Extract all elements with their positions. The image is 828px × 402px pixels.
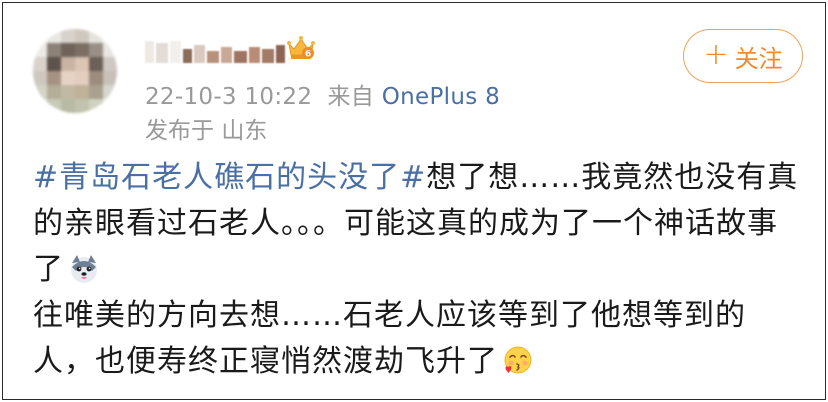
vip-crown-icon: 6 (287, 36, 315, 60)
content-text-2: 往唯美的方向去想……石老人应该等到了他想等到的人，也便寿终正寝悄然渡劫飞升了 (33, 298, 746, 379)
avatar[interactable] (33, 29, 117, 113)
username-obscured[interactable] (145, 37, 285, 63)
content-paragraph-2: 往唯美的方向去想……石老人应该等到了他想等到的人，也便寿终正寝悄然渡劫飞升了 (33, 293, 803, 385)
blowing-kiss-emoji-icon (504, 346, 532, 374)
svg-text:6: 6 (305, 50, 311, 60)
follow-label: 关注 (734, 44, 783, 73)
post-location: 发布于 山东 (145, 111, 267, 145)
timestamp[interactable]: 22-10-3 10:22 (145, 84, 312, 110)
location-prefix: 发布于 (145, 118, 214, 144)
source-prefix: 来自 (327, 84, 375, 110)
content-paragraph-1: #青岛石老人礁石的头没了#想了想……我竟然也没有真的亲眼看过石老人。。。可能这真… (33, 155, 803, 293)
location-value: 山东 (221, 118, 268, 144)
plus-icon: + (703, 36, 729, 72)
husky-dog-emoji-icon (71, 255, 97, 283)
post-content: #青岛石老人礁石的头没了#想了想……我竟然也没有真的亲眼看过石老人。。。可能这真… (33, 155, 803, 385)
device-source[interactable]: OnePlus 8 (382, 84, 500, 110)
post-meta: 22-10-3 10:22 来自 OnePlus 8 (145, 77, 500, 111)
weibo-post-card: 6 22-10-3 10:22 来自 OnePlus 8 发布于 山东 + 关注… (2, 2, 826, 400)
hashtag-link[interactable]: #青岛石老人礁石的头没了# (33, 160, 426, 195)
follow-button[interactable]: + 关注 (683, 29, 803, 83)
